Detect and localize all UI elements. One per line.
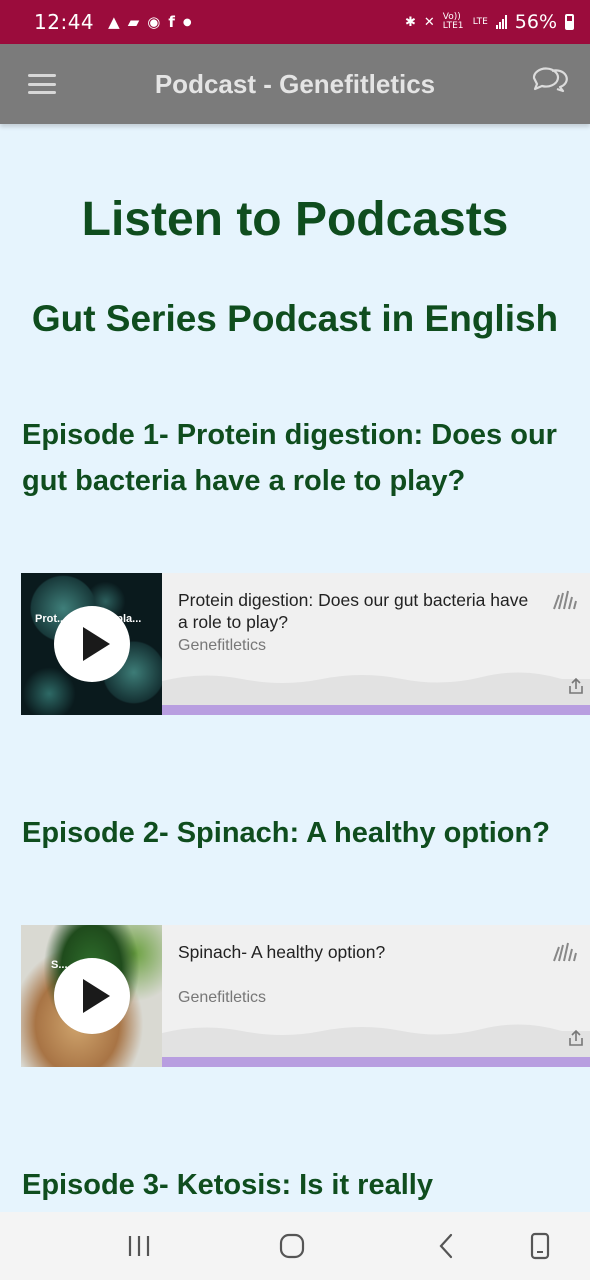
status-bar: 12:44 ▲ ▰ ◉ f ● ✱ ✕ Vo)) LTE1 LTE 56%: [0, 0, 590, 44]
play-button[interactable]: [54, 606, 130, 682]
play-button[interactable]: [54, 958, 130, 1034]
volte-icon: Vo)) LTE1: [442, 12, 464, 31]
rotate-icon[interactable]: [524, 1230, 556, 1262]
podcast-player: S... Spinach- A healthy option? Genefitl…: [21, 925, 590, 1067]
facebook-icon: f: [168, 13, 175, 31]
system-nav-bar: [0, 1212, 590, 1280]
page-title: Listen to Podcasts: [81, 193, 509, 246]
episode-thumbnail: S...: [21, 925, 162, 1067]
waveform: [162, 1024, 590, 1057]
chat-icon[interactable]: [528, 64, 568, 96]
progress-bar[interactable]: [162, 1057, 590, 1067]
dot-icon: ●: [182, 16, 192, 28]
back-icon[interactable]: [430, 1230, 462, 1262]
bluetooth-icon: ✱: [404, 14, 416, 30]
mute-icon: ✕: [423, 14, 435, 30]
episode-title: Episode 3- Ketosis: Is it really: [22, 1169, 433, 1201]
system-icons: ✱ ✕ Vo)) LTE1 LTE 56%: [405, 11, 574, 33]
lte-icon: LTE: [472, 17, 488, 27]
warning-icon: ▲: [108, 13, 120, 31]
track-title: Spinach- A healthy option?: [178, 942, 386, 962]
episode-title: Episode 2- Spinach: A healthy option?: [22, 817, 550, 849]
waveform: [162, 672, 590, 705]
signal-icon: [495, 15, 507, 29]
notification-icons: ▲ ▰ ◉ f ●: [108, 13, 191, 31]
battery-icon: [565, 14, 574, 30]
status-time: 12:44: [34, 10, 95, 34]
series-title: Gut Series Podcast in English: [31, 298, 559, 339]
episode-title: Episode 1- Protein digestion: Does our g…: [22, 419, 557, 497]
podcast-player: Prot...on- Do ... pla... Protein digesti…: [21, 573, 590, 715]
track-title: Protein digestion: Does our gut bacteria…: [178, 590, 529, 632]
anchor-logo-icon[interactable]: [552, 941, 578, 963]
anchor-logo-icon[interactable]: [552, 589, 578, 611]
track-author: Genefitletics: [178, 637, 267, 654]
hamburger-menu-icon[interactable]: [28, 74, 56, 94]
page-content: Listen to Podcasts Gut Series Podcast in…: [0, 124, 590, 1212]
phone-icon: ◉: [147, 13, 161, 31]
episode-thumbnail: Prot...on- Do ... pla...: [21, 573, 162, 715]
message-icon: ▰: [127, 13, 140, 31]
share-icon[interactable]: [568, 677, 584, 695]
track-author: Genefitletics: [178, 989, 267, 1006]
app-title: Podcast - Genefitletics: [154, 68, 436, 99]
home-icon[interactable]: [276, 1230, 308, 1262]
app-bar: Podcast - Genefitletics: [0, 44, 590, 124]
recent-apps-icon[interactable]: [123, 1230, 155, 1262]
share-icon[interactable]: [568, 1029, 584, 1047]
progress-bar[interactable]: [162, 705, 590, 715]
battery-percent: 56%: [514, 11, 557, 33]
